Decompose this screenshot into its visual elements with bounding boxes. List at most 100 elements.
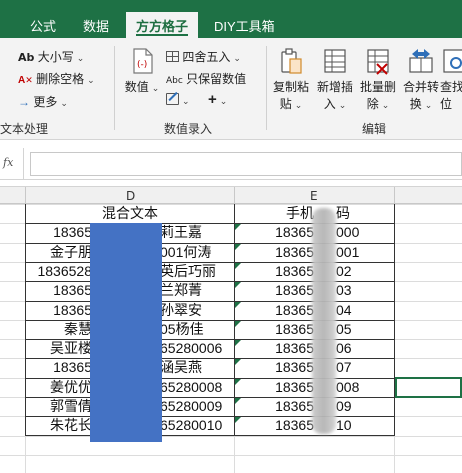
arrow-right-icon: → (18, 95, 30, 109)
delete-grid-icon (367, 49, 389, 75)
mixed-text-cell-right: 65280010 (160, 417, 223, 433)
redaction-block (90, 223, 162, 442)
keep-value-label: 只保留数值 (186, 72, 247, 86)
phone-cell-right: 008 (336, 379, 360, 395)
edit-dropdown-button[interactable]: ⌄ (166, 91, 190, 107)
numeric-label: 数值 ⌄ (124, 80, 160, 94)
row-gridline (0, 455, 462, 456)
group-divider (114, 46, 115, 130)
keep-value-button[interactable]: Abc 只保留数值 (166, 70, 246, 87)
mixed-text-cell-right: 65280006 (160, 340, 223, 356)
phone-cell-right: 10 (336, 417, 352, 433)
insert-button[interactable]: 新增插 入 ⌄ (314, 46, 356, 114)
find-label-2: 位 (440, 97, 453, 111)
mixed-text-cell-right: 涵吴燕 (160, 359, 202, 375)
blur-redaction (312, 208, 336, 434)
row-gridline (0, 436, 462, 437)
mixed-text-cell-right: 莉王嘉 (160, 224, 202, 240)
error-indicator-icon[interactable] (235, 263, 241, 269)
round-button[interactable]: 四舍五入 ⌄ (166, 48, 241, 65)
mixed-text-cell-left: 18365 (53, 302, 92, 318)
phone-cell-left: 18365 (275, 398, 314, 414)
phone-cell-left: 18365 (275, 302, 314, 318)
batch-delete-button[interactable]: 批量删 除 ⌄ (357, 46, 399, 114)
remove-space-button[interactable]: A✕ 删除空格 ⌄ (18, 70, 95, 87)
formula-bar: fx (0, 148, 462, 180)
error-indicator-icon[interactable] (235, 224, 241, 230)
fx-icon[interactable]: fx (0, 148, 24, 180)
phone-cell-left: 18365 (275, 379, 314, 395)
batch-delete-label: 批量删 (359, 80, 396, 94)
phone-cell-right: 000 (336, 224, 360, 240)
phone-cell-left: 18365 (275, 244, 314, 260)
error-indicator-icon[interactable] (235, 379, 241, 385)
mixed-text-cell-right: 65280008 (160, 379, 223, 395)
tab-fangfang-gezi[interactable]: 方方格子 (126, 12, 199, 38)
chevron-down-icon: ⌄ (60, 98, 68, 108)
mixed-text-cell-right: 孙翠安 (160, 302, 202, 318)
chevron-down-icon: ⌄ (76, 53, 85, 63)
chevron-down-icon: ⌄ (233, 53, 241, 63)
ribbon-tab-bar: 公式 数据 方方格子 DIY工具箱 (0, 12, 462, 38)
mixed-text-cell-left: 1836528 (37, 263, 92, 279)
selected-cell[interactable] (395, 377, 462, 398)
group-divider (266, 46, 267, 130)
error-indicator-icon[interactable] (235, 398, 241, 404)
phone-cell-right: 07 (336, 359, 352, 375)
phone-cell-left: 18365 (275, 417, 314, 433)
error-indicator-icon[interactable] (235, 359, 241, 365)
mixed-text-cell-right: 001何涛 (160, 244, 212, 260)
numeric-button[interactable]: (-) 数值 ⌄ (124, 46, 160, 97)
phone-cell-left: 18365 (275, 359, 314, 375)
pen-edit-icon (166, 91, 179, 105)
round-label: 四舍五入 (182, 50, 231, 64)
column-header-e[interactable]: E (310, 189, 318, 203)
merge-convert-label: 合并转 (402, 80, 439, 94)
phone-cell-right: 06 (336, 340, 352, 356)
mixed-text-cell-right: 05杨佳 (160, 321, 204, 337)
copy-paste-button[interactable]: 复制粘 贴 ⌄ (272, 46, 310, 114)
copy-paste-label: 复制粘 (272, 80, 309, 94)
svg-text:(-): (-) (137, 60, 147, 70)
phone-cell-right: 05 (336, 321, 352, 337)
error-indicator-icon[interactable] (235, 417, 241, 423)
phone-cell-left: 18365 (275, 282, 314, 298)
keep-value-icon: Abc (166, 76, 183, 86)
error-indicator-icon[interactable] (235, 244, 241, 250)
merge-convert-button[interactable]: 合并转 换 ⌄ (400, 46, 442, 114)
copy-paste-label-2: 贴 ⌄ (279, 97, 303, 111)
ribbon: Ab 大小写 ⌄ A✕ 删除空格 ⌄ → 更多 ⌄ 文本处理 (-) 数值 ⌄ 四舍五入… (0, 38, 462, 140)
grid-icon (166, 51, 179, 62)
more-button[interactable]: → 更多 ⌄ (18, 93, 68, 110)
case-label: 大小写 (37, 50, 74, 64)
column-header-d[interactable]: D (126, 189, 135, 203)
tab-formulas[interactable]: 公式 (30, 16, 56, 35)
error-indicator-icon[interactable] (235, 282, 241, 288)
mixed-text-cell-left: 18365 (53, 224, 92, 240)
phone-cell-right: 03 (336, 282, 352, 298)
mixed-text-cell-left: 吴亚楼 (50, 340, 92, 356)
mixed-text-cell-left: 18365 (53, 282, 92, 298)
find-label: 查找 (440, 80, 462, 94)
formula-input[interactable] (30, 152, 462, 176)
case-button[interactable]: Ab 大小写 ⌄ (18, 48, 84, 65)
find-locate-button[interactable]: 查找 位 (440, 46, 462, 113)
mixed-text-cell-left: 秦慧 (64, 321, 92, 337)
error-indicator-icon[interactable] (235, 302, 241, 308)
mixed-text-cell-left: 金子朋 (50, 244, 92, 260)
phone-cell-right: 001 (336, 244, 360, 260)
plus-dropdown-button[interactable]: + ⌄ (208, 91, 227, 108)
mixed-text-cell-right: 兰郑菁 (160, 282, 202, 298)
merge-convert-label-2: 换 ⌄ (409, 97, 433, 111)
insert-rows-icon (324, 49, 346, 73)
phone-cell-right: 04 (336, 302, 352, 318)
tab-diy-toolbox[interactable]: DIY工具箱 (214, 16, 275, 35)
phone-cell-left: 18365 (275, 340, 314, 356)
error-indicator-icon[interactable] (235, 340, 241, 346)
header-mixed-text: 混合文本 (102, 205, 158, 221)
spreadsheet-grid[interactable]: 混合文本 手机 码 18365 莉王嘉 18365 000 金子朋 001何涛 18365 001 1… (0, 204, 462, 473)
error-indicator-icon[interactable] (235, 321, 241, 327)
mixed-text-cell-left: 18365 (53, 359, 92, 375)
clipboard-icon (281, 48, 302, 74)
tab-data[interactable]: 数据 (83, 16, 109, 35)
